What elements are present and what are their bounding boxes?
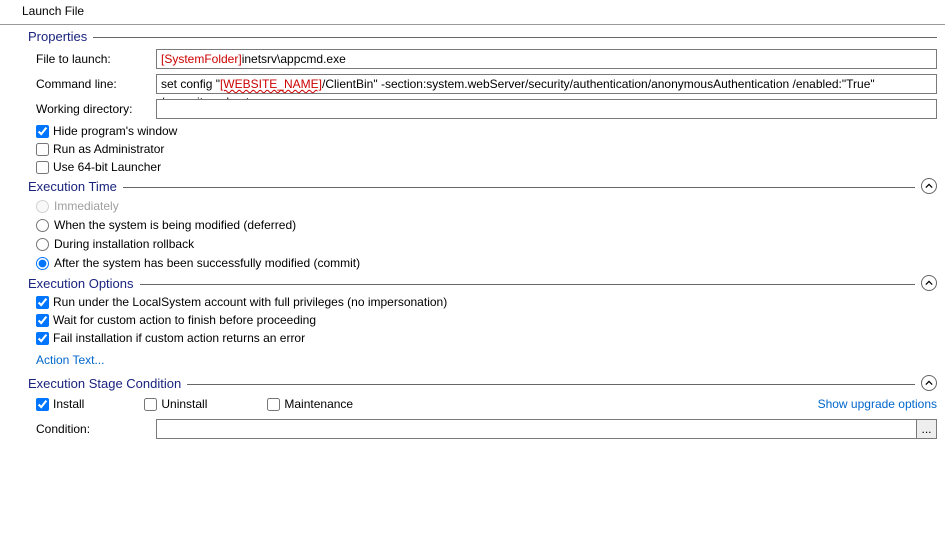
section-rule bbox=[93, 37, 937, 38]
label-working-directory: Working directory: bbox=[36, 102, 156, 116]
checkbox-uninstall-label: Uninstall bbox=[161, 397, 207, 411]
checkbox-maintenance-box[interactable] bbox=[267, 398, 280, 411]
checkbox-fail[interactable]: Fail installation if custom action retur… bbox=[36, 331, 937, 345]
collapse-button-exec-time[interactable] bbox=[921, 178, 937, 194]
working-directory-input[interactable] bbox=[156, 99, 937, 119]
collapse-button-exec-opts[interactable] bbox=[921, 275, 937, 291]
checkbox-run-admin[interactable]: Run as Administrator bbox=[36, 142, 937, 156]
checkbox-64bit-box[interactable] bbox=[36, 161, 49, 174]
radio-deferred[interactable]: When the system is being modified (defer… bbox=[36, 218, 937, 232]
page-header: Launch File bbox=[0, 0, 945, 25]
checkbox-fail-label: Fail installation if custom action retur… bbox=[53, 331, 305, 345]
section-title-exec-opts: Execution Options bbox=[28, 276, 140, 291]
condition-browse-button[interactable]: ... bbox=[916, 420, 936, 438]
radio-rollback[interactable]: During installation rollback bbox=[36, 237, 937, 251]
section-stage-condition: Execution Stage Condition Install Uninst… bbox=[0, 375, 945, 439]
checkbox-64bit-label: Use 64-bit Launcher bbox=[53, 160, 161, 174]
cmd-pre: set config " bbox=[161, 77, 220, 91]
file-prefix: [SystemFolder] bbox=[161, 52, 242, 66]
checkbox-localsystem-box[interactable] bbox=[36, 296, 49, 309]
radio-deferred-box[interactable] bbox=[36, 219, 49, 232]
command-line-input[interactable]: set config "[WEBSITE_NAME]/ClientBin" -s… bbox=[156, 74, 937, 94]
section-title-exec-time: Execution Time bbox=[28, 179, 123, 194]
section-title-properties: Properties bbox=[28, 29, 93, 44]
checkbox-uninstall[interactable]: Uninstall bbox=[144, 397, 207, 411]
radio-rollback-box[interactable] bbox=[36, 238, 49, 251]
radio-commit-label: After the system has been successfully m… bbox=[54, 256, 360, 270]
condition-input[interactable] bbox=[157, 420, 916, 438]
checkbox-maintenance[interactable]: Maintenance bbox=[267, 397, 353, 411]
file-to-launch-input[interactable]: [SystemFolder]inetsrv\appcmd.exe bbox=[156, 49, 937, 69]
show-upgrade-options-link[interactable]: Show upgrade options bbox=[818, 397, 937, 411]
chevron-up-icon bbox=[925, 182, 933, 190]
checkbox-localsystem[interactable]: Run under the LocalSystem account with f… bbox=[36, 295, 937, 309]
radio-immediately-label: Immediately bbox=[54, 199, 119, 213]
chevron-up-icon bbox=[925, 379, 933, 387]
radio-immediately: Immediately bbox=[36, 199, 937, 213]
page-title: Launch File bbox=[22, 4, 84, 18]
collapse-button-stage[interactable] bbox=[921, 375, 937, 391]
radio-commit[interactable]: After the system has been successfully m… bbox=[36, 256, 937, 270]
file-rest: inetsrv\appcmd.exe bbox=[242, 52, 346, 66]
section-execution-options: Execution Options Run under the LocalSys… bbox=[0, 275, 945, 371]
section-execution-time: Execution Time Immediately When the syst… bbox=[0, 178, 945, 270]
label-condition: Condition: bbox=[36, 422, 156, 436]
checkbox-64bit[interactable]: Use 64-bit Launcher bbox=[36, 160, 937, 174]
section-rule bbox=[140, 284, 915, 285]
checkbox-hide-window-label: Hide program's window bbox=[53, 124, 177, 138]
section-title-stage: Execution Stage Condition bbox=[28, 376, 187, 391]
section-properties: Properties File to launch: [SystemFolder… bbox=[0, 29, 945, 174]
radio-rollback-label: During installation rollback bbox=[54, 237, 194, 251]
checkbox-uninstall-box[interactable] bbox=[144, 398, 157, 411]
checkbox-fail-box[interactable] bbox=[36, 332, 49, 345]
cmd-placeholder: [WEBSITE_NAME] bbox=[220, 77, 322, 91]
section-rule bbox=[123, 187, 915, 188]
checkbox-install-box[interactable] bbox=[36, 398, 49, 411]
checkbox-wait[interactable]: Wait for custom action to finish before … bbox=[36, 313, 937, 327]
checkbox-hide-window[interactable]: Hide program's window bbox=[36, 124, 937, 138]
condition-input-wrap: ... bbox=[156, 419, 937, 439]
label-command-line: Command line: bbox=[36, 77, 156, 91]
radio-immediately-box bbox=[36, 200, 49, 213]
checkbox-hide-window-box[interactable] bbox=[36, 125, 49, 138]
radio-commit-box[interactable] bbox=[36, 257, 49, 270]
checkbox-install[interactable]: Install bbox=[36, 397, 84, 411]
checkbox-wait-label: Wait for custom action to finish before … bbox=[53, 313, 316, 327]
checkbox-maintenance-label: Maintenance bbox=[284, 397, 353, 411]
checkbox-localsystem-label: Run under the LocalSystem account with f… bbox=[53, 295, 447, 309]
section-rule bbox=[187, 384, 915, 385]
checkbox-install-label: Install bbox=[53, 397, 84, 411]
label-file-to-launch: File to launch: bbox=[36, 52, 156, 66]
action-text-link[interactable]: Action Text... bbox=[36, 353, 104, 367]
radio-deferred-label: When the system is being modified (defer… bbox=[54, 218, 296, 232]
checkbox-run-admin-box[interactable] bbox=[36, 143, 49, 156]
checkbox-run-admin-label: Run as Administrator bbox=[53, 142, 164, 156]
chevron-up-icon bbox=[925, 279, 933, 287]
checkbox-wait-box[interactable] bbox=[36, 314, 49, 327]
